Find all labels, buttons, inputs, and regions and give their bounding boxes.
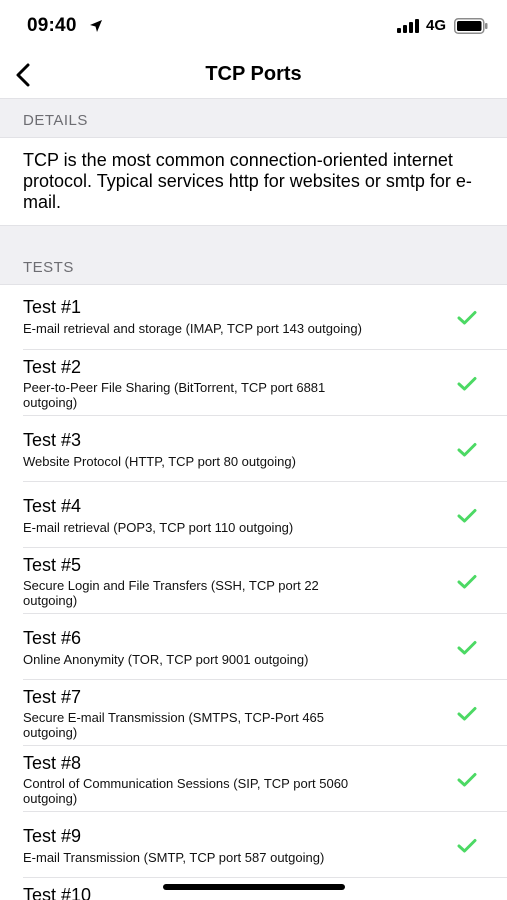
test-row-7[interactable]: Test #7 Secure E-mail Transmission (SMTP… [0,680,507,746]
check-icon [457,443,477,457]
check-icon [457,377,477,391]
test-description: Control of Communication Sessions (SIP, … [23,776,349,806]
test-title: Test #8 [23,753,82,773]
test-row-5[interactable]: Test #5 Secure Login and File Transfers … [0,548,507,614]
check-icon [457,707,477,721]
check-icon [457,641,477,655]
test-title: Test #4 [23,496,82,516]
home-indicator[interactable] [163,884,345,890]
check-icon [457,311,477,325]
signal-bars-icon [397,19,419,33]
status-bar: 09:40 4G [0,0,507,52]
test-row-6[interactable]: Test #6 Online Anonymity (TOR, TCP port … [0,614,507,680]
check-icon [457,773,477,787]
test-row-4[interactable]: Test #4 E-mail retrieval (POP3, TCP port… [0,482,507,548]
test-title: Test #9 [23,826,82,846]
test-description: Online Anonymity (TOR, TCP port 9001 out… [23,652,309,667]
check-icon [457,839,477,853]
tests-header-label: TESTS [23,259,74,276]
test-description: E-mail retrieval and storage (IMAP, TCP … [23,321,362,336]
test-row-3[interactable]: Test #3 Website Protocol (HTTP, TCP port… [0,416,507,482]
test-title: Test #1 [23,297,82,317]
test-title: Test #2 [23,357,82,377]
test-row-8[interactable]: Test #8 Control of Communication Session… [0,746,507,812]
test-row-1[interactable]: Test #1 E-mail retrieval and storage (IM… [0,284,507,350]
navigation-bar: TCP Ports [0,52,507,98]
test-row-9[interactable]: Test #9 E-mail Transmission (SMTP, TCP p… [0,812,507,878]
network-type-label: 4G [426,17,447,34]
test-title: Test #7 [23,687,82,707]
details-section-header: DETAILS [0,98,507,138]
page-title: TCP Ports [205,63,302,85]
tests-section-header: TESTS [0,225,507,285]
test-title: Test #3 [23,430,82,450]
test-description: E-mail Transmission (SMTP, TCP port 587 … [23,850,325,865]
test-row-2[interactable]: Test #2 Peer-to-Peer File Sharing (BitTo… [0,350,507,416]
test-description: Secure Login and File Transfers (SSH, TC… [23,578,319,608]
battery-icon [454,18,488,34]
details-header-label: DETAILS [23,112,88,129]
status-time: 09:40 [27,15,77,36]
test-description: Peer-to-Peer File Sharing (BitTorrent, T… [23,380,326,410]
location-arrow-icon [90,20,102,32]
test-title: Test #10 [23,885,92,900]
check-icon [457,509,477,523]
test-title: Test #5 [23,555,82,575]
check-icon [457,575,477,589]
test-description: Website Protocol (HTTP, TCP port 80 outg… [23,454,296,469]
test-title: Test #6 [23,628,82,648]
test-description: E-mail retrieval (POP3, TCP port 110 out… [23,520,294,535]
test-description: Secure E-mail Transmission (SMTPS, TCP-P… [23,710,325,740]
details-description: TCP is the most common connection-orient… [23,150,472,212]
